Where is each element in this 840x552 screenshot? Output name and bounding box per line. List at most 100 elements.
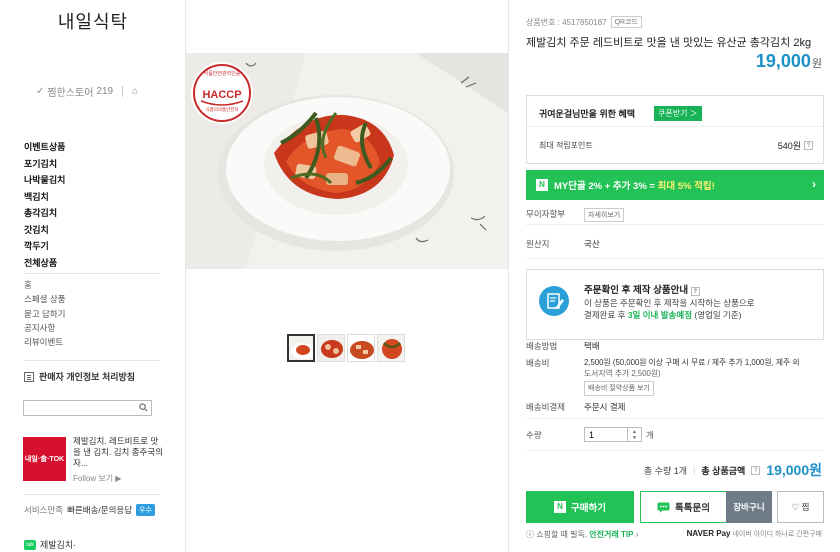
ship-pay-row: 배송비결제 주문시 결제 — [526, 401, 625, 413]
divider — [526, 258, 824, 259]
category-item[interactable]: 총각김치 — [24, 205, 174, 222]
thumbnail[interactable] — [287, 334, 315, 362]
decrease-icon[interactable]: ▼ — [632, 435, 637, 441]
tip-b: 안전거래 TIP — [589, 530, 634, 539]
zzim-button[interactable]: ♡ 찜 — [777, 491, 824, 523]
price-unit: 원 — [811, 58, 822, 70]
product-gallery: 식품안전관리인증 HACCP 식품의약품안전처 — [186, 0, 508, 552]
row-label: 배송비결제 — [526, 402, 566, 412]
info-icon: ⓘ — [526, 530, 537, 539]
divider — [526, 450, 824, 451]
divider — [24, 494, 160, 495]
category-item[interactable]: 전체상품 — [24, 255, 174, 272]
sub-menu-item[interactable]: 홈 — [24, 278, 65, 292]
sub-menu-item[interactable]: 스페셜 상품 — [24, 292, 65, 306]
category-item[interactable]: 백김치 — [24, 189, 174, 206]
service-rating: 서비스만족 빠른배송/문의응답 우수 — [24, 504, 155, 516]
total-amount: 19,000원 — [766, 462, 822, 478]
made-to-order-notice: 주문확인 후 제작 상품안내 ? 이 상품은 주문확인 후 제작을 시작하는 상… — [526, 269, 824, 340]
mydan-text-b: 최대 5% 적립! — [657, 181, 715, 192]
npay-text: 네이버 아이디 하나로 간편구매 — [730, 531, 822, 538]
category-item[interactable]: 이벤트상품 — [24, 139, 174, 156]
divider — [24, 273, 160, 274]
ship-save-button[interactable]: 배송비 절약상품 보기 — [584, 381, 654, 396]
product-number: 상품번호 : 4517850187 QR코드 — [526, 16, 642, 28]
tip-c: › — [633, 530, 639, 539]
buy-button[interactable]: N 구매하기 — [526, 491, 634, 523]
category-item[interactable]: 포기김치 — [24, 156, 174, 173]
talktalk-label: 제발김치· — [40, 540, 77, 550]
point-label: 최대 적립포인트 — [539, 141, 593, 150]
benefit-title: 귀여운걸님만을 위한 혜택 — [539, 109, 636, 119]
coupon-button[interactable]: 쿠폰받기 ＞ — [654, 106, 702, 121]
thumbnail[interactable] — [317, 334, 345, 362]
mydan-banner[interactable]: N MY단골 2% + 추가 3% = 최대 5% 적립! › — [526, 170, 824, 200]
zzim-label: 찜한스토어 — [47, 88, 94, 99]
sub-menu-item[interactable]: 리뷰이벤트 — [24, 335, 65, 349]
sub-menu-item[interactable]: 공지사항 — [24, 321, 65, 335]
mydan-text-a: MY단골 2% + 추가 3% = — [554, 181, 658, 192]
sub-menu-item[interactable]: 묻고 답하기 — [24, 307, 65, 321]
point-amount: 540원 — [777, 141, 801, 151]
product-title: 제발김치 주문 레드비트로 맛을 낸 맛있는 유산균 총각김치 2kg — [526, 37, 812, 49]
zzim-store[interactable]: ✓ 찜한스토어 219 ⌂ — [36, 84, 138, 99]
made-desc: 이 상품은 주문확인 후 제작을 시작하는 상품으로 결제완료 후 3일 이내 … — [584, 297, 755, 321]
help-icon[interactable]: ? — [690, 287, 700, 296]
made-title: 주문확인 후 제작 상품안내 ? — [584, 282, 700, 296]
npay-brand: NAVER Pay — [686, 529, 731, 538]
service-label: 서비스만족 — [24, 505, 64, 515]
stepper-arrows: ▲ ▼ — [627, 428, 641, 441]
made-line2c: (영업일 기준) — [692, 310, 742, 320]
price-value: 19,000 — [755, 51, 811, 71]
quantity-input[interactable] — [585, 428, 627, 441]
search-input[interactable] — [24, 404, 132, 418]
product-main-image[interactable]: 식품안전관리인증 HACCP 식품의약품안전처 — [186, 53, 508, 269]
detail-button[interactable]: 자세히보기 — [584, 208, 625, 222]
qr-code-button[interactable]: QR코드 — [610, 16, 642, 28]
product-number-text: 상품번호 : 4517850187 — [526, 17, 607, 27]
help-icon[interactable]: ? — [804, 141, 813, 150]
row-label: 원산지 — [526, 239, 550, 249]
search-icon[interactable] — [139, 403, 148, 412]
point-value: 540원? — [778, 139, 813, 152]
thumbnail[interactable] — [347, 334, 375, 362]
quantity-stepper: ▲▼ — [584, 427, 642, 442]
made-line2: 결제완료 후 3일 이내 발송예정 (영업일 기준) — [584, 309, 755, 321]
promo-thumbnail: 내일·食·TOK — [23, 437, 66, 481]
ship-fee-text2: 도서지역 추가 2,500원) — [584, 369, 661, 378]
promo-more-label: Follow 보기 — [73, 474, 114, 483]
safe-trade-tip[interactable]: ⓘ 쇼핑할 때 필독, 안전거래 TIP › — [526, 529, 638, 540]
row-label: 배송방법 — [526, 341, 558, 351]
talktalk-link[interactable]: talk 제발김치· — [24, 538, 76, 551]
haccp-text: HACCP — [202, 89, 241, 101]
help-icon[interactable]: ? — [751, 465, 761, 475]
ship-method-row: 배송방법 택배 — [526, 340, 600, 352]
privacy-link[interactable]: 판매자 개인정보 처리방침 — [24, 370, 135, 383]
service-value: 빠른배송/문의응답 — [67, 505, 133, 515]
store-logo[interactable]: 내일식탁 — [0, 8, 186, 34]
promo-more[interactable]: Follow 보기 ▶ — [73, 473, 121, 484]
promo-card[interactable]: 내일·食·TOK 제발김치. 레드비트로 맛을 낸 김치. 김치 종주국의 자.… — [23, 436, 163, 484]
naver-n-icon: N — [554, 501, 567, 513]
home-icon[interactable]: ⌂ — [132, 86, 138, 97]
category-item[interactable]: 나박물김치 — [24, 172, 174, 189]
sidebar: 내일식탁 ✓ 찜한스토어 219 ⌂ 이벤트상품 포기김치 나박물김치 백김치 … — [0, 0, 186, 552]
origin-row: 원산지 국산 — [526, 238, 600, 250]
chat-icon — [657, 502, 670, 513]
edit-note-icon — [539, 286, 569, 316]
cart-button[interactable]: 장바구니 — [726, 491, 772, 523]
interest-free-row: 무이자할부 자세히보기 — [526, 208, 625, 222]
divider — [24, 360, 160, 361]
ship-fee-text: 2,500원 (50,000원 이상 구매 시 무료 / 제주 추가 1,000… — [584, 358, 800, 367]
talktalk-inquiry-button[interactable]: 톡톡문의 — [640, 491, 727, 523]
category-item[interactable]: 깍두기 — [24, 238, 174, 255]
category-item[interactable]: 갓김치 — [24, 222, 174, 239]
divider — [526, 224, 824, 225]
divider — [527, 126, 823, 127]
total-amount-label: 총 상품금액 — [701, 465, 746, 476]
haccp-top: 식품안전관리인증 — [204, 70, 241, 77]
sub-menu: 홈 스페셜 상품 묻고 답하기 공지사항 리뷰이벤트 — [24, 278, 65, 349]
divider — [122, 86, 124, 97]
thumbnail[interactable] — [377, 334, 405, 362]
chevron-right-icon: › — [812, 177, 816, 191]
